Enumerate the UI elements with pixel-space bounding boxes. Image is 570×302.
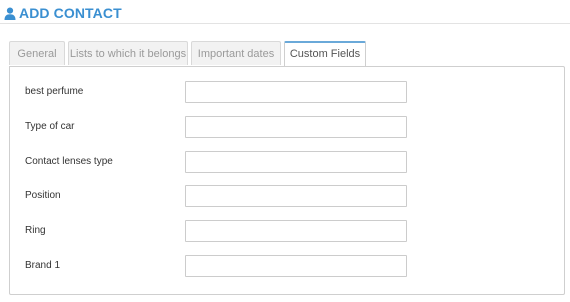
field-label: best perfume xyxy=(25,86,84,97)
position-field[interactable] xyxy=(185,185,407,207)
ring-field[interactable] xyxy=(185,220,407,242)
field-row: Type of car xyxy=(10,116,564,138)
field-label: Position xyxy=(25,190,61,201)
page-title: ADD CONTACT xyxy=(19,5,122,21)
brand-1-field[interactable] xyxy=(185,255,407,277)
field-row: Contact lenses type xyxy=(10,151,564,173)
custom-fields-panel: best perfume Type of car Contact lenses … xyxy=(9,66,565,295)
field-row: Position xyxy=(10,185,564,207)
field-row: Brand 1 xyxy=(10,255,564,277)
tab-bar: General Lists to which it belongs Import… xyxy=(9,41,369,67)
field-row: best perfume xyxy=(10,81,564,103)
user-icon xyxy=(4,7,16,20)
tab-custom-fields[interactable]: Custom Fields xyxy=(284,41,366,67)
type-of-car-field[interactable] xyxy=(185,116,407,138)
contact-lenses-type-field[interactable] xyxy=(185,151,407,173)
field-label: Ring xyxy=(25,225,46,236)
page-header: ADD CONTACT xyxy=(4,4,122,22)
field-label: Type of car xyxy=(25,121,75,132)
field-row: Ring xyxy=(10,220,564,242)
field-label: Brand 1 xyxy=(25,260,61,271)
header-divider xyxy=(0,23,570,24)
best-perfume-field[interactable] xyxy=(185,81,407,103)
tab-important-dates[interactable]: Important dates xyxy=(191,41,281,65)
tab-general[interactable]: General xyxy=(9,41,65,65)
tab-lists[interactable]: Lists to which it belongs xyxy=(68,41,188,65)
field-label: Contact lenses type xyxy=(25,156,113,167)
